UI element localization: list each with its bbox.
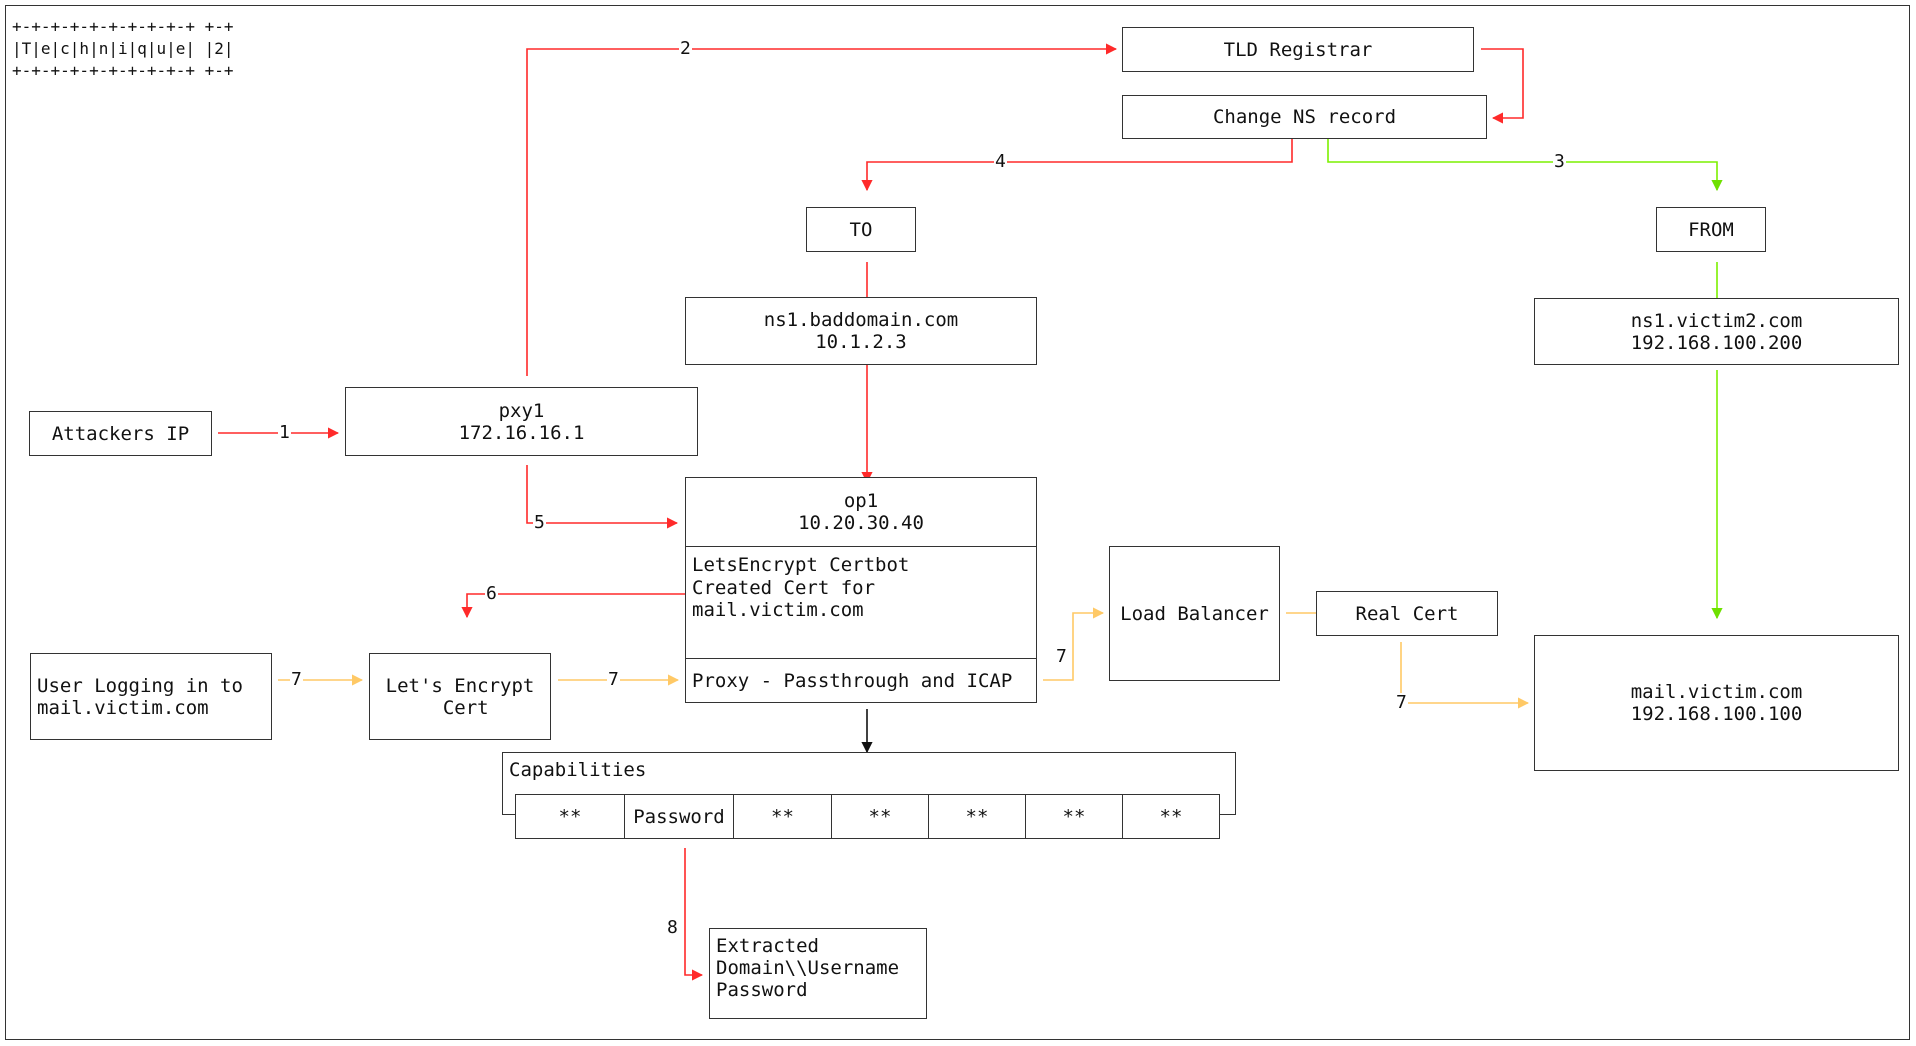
node-user-login[interactable]: User Logging in to mail.victim.com bbox=[30, 653, 272, 740]
node-op1[interactable]: op1 10.20.30.40 LetsEncrypt Certbot Crea… bbox=[685, 477, 1037, 703]
capability-cell[interactable]: ** bbox=[733, 794, 832, 839]
edge-label-7a: 7 bbox=[290, 669, 303, 690]
node-letsencrypt-cert[interactable]: Let's Encrypt Cert bbox=[369, 653, 551, 740]
edge-8 bbox=[684, 848, 704, 981]
edge-3 bbox=[1327, 139, 1723, 192]
op1-header: op1 10.20.30.40 bbox=[798, 490, 924, 534]
edge-label-4: 4 bbox=[994, 151, 1007, 172]
op1-proxy: Proxy - Passthrough and ICAP bbox=[692, 669, 1013, 692]
edge-label-3: 3 bbox=[1553, 151, 1566, 172]
edge-7d bbox=[1400, 642, 1530, 709]
op1-divider-1 bbox=[686, 546, 1036, 547]
edge-5 bbox=[526, 465, 679, 529]
capabilities-bracket-right bbox=[1220, 814, 1236, 815]
edge-4 bbox=[861, 139, 1293, 192]
node-ns-baddomain[interactable]: ns1.baddomain.com 10.1.2.3 bbox=[685, 297, 1037, 365]
edge-label-7d: 7 bbox=[1395, 692, 1408, 713]
node-ns-victim2[interactable]: ns1.victim2.com 192.168.100.200 bbox=[1534, 298, 1899, 365]
edge-label-1: 1 bbox=[278, 422, 291, 443]
node-attackers-ip[interactable]: Attackers IP bbox=[29, 411, 212, 456]
edge-label-2: 2 bbox=[679, 38, 692, 59]
edge-label-5: 5 bbox=[533, 512, 546, 533]
node-real-cert[interactable]: Real Cert bbox=[1316, 591, 1498, 636]
capabilities-title: Capabilities bbox=[509, 759, 647, 781]
capability-cell[interactable]: ** bbox=[515, 794, 625, 839]
edge-label-7c: 7 bbox=[1055, 646, 1068, 667]
edge-label-7b: 7 bbox=[607, 669, 620, 690]
capabilities-bracket-left bbox=[502, 814, 516, 815]
capability-cell-password[interactable]: Password bbox=[624, 794, 734, 839]
edge-7c bbox=[1043, 607, 1105, 681]
capability-cell[interactable]: ** bbox=[831, 794, 929, 839]
capability-cell[interactable]: ** bbox=[928, 794, 1026, 839]
edge-tld-to-ns bbox=[1481, 48, 1524, 124]
node-mail-server[interactable]: mail.victim.com 192.168.100.100 bbox=[1534, 635, 1899, 771]
node-pxy1[interactable]: pxy1 172.16.16.1 bbox=[345, 387, 698, 456]
edge-label-8: 8 bbox=[666, 917, 679, 938]
node-change-ns-record[interactable]: Change NS record bbox=[1122, 95, 1487, 139]
node-to[interactable]: TO bbox=[806, 207, 916, 252]
capability-cell[interactable]: ** bbox=[1025, 794, 1123, 839]
node-extracted-credentials[interactable]: Extracted Domain\\Username Password bbox=[709, 928, 927, 1019]
node-load-balancer[interactable]: Load Balancer bbox=[1109, 546, 1280, 681]
node-from[interactable]: FROM bbox=[1656, 207, 1766, 252]
edge-label-6: 6 bbox=[485, 583, 498, 604]
edge-6 bbox=[461, 593, 685, 619]
op1-certbot: LetsEncrypt Certbot Created Cert for mai… bbox=[692, 554, 910, 621]
capability-cell[interactable]: ** bbox=[1122, 794, 1220, 839]
node-tld-registrar[interactable]: TLD Registrar bbox=[1122, 27, 1474, 72]
